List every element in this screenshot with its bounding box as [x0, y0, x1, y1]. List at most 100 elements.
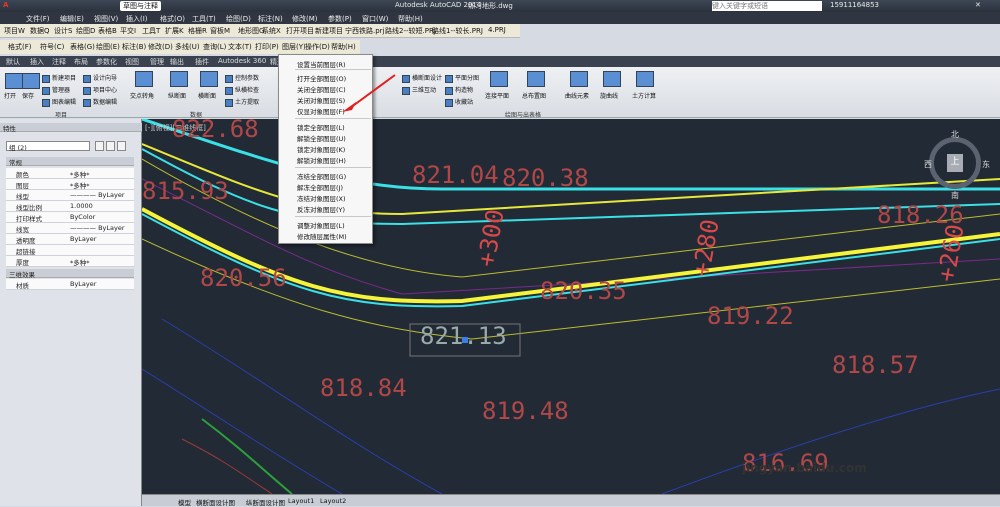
- workspace-selector[interactable]: 草图与注释: [120, 1, 161, 11]
- earthcalc-icon[interactable]: [636, 71, 654, 87]
- prop-row[interactable]: 超链接: [6, 245, 134, 256]
- ribbon-tab-6[interactable]: 管理: [150, 57, 164, 67]
- cmd-item-3[interactable]: 绘图D: [76, 26, 95, 36]
- cmd-item-12[interactable]: 打开项目: [286, 26, 314, 36]
- cmd2-item-1[interactable]: 符号(C): [40, 42, 64, 52]
- connect-plan-icon[interactable]: [490, 71, 508, 87]
- layout-tab-4[interactable]: Layout2: [320, 497, 346, 505]
- menu-item-1[interactable]: 编辑(E): [60, 14, 84, 24]
- ctrl-param-button[interactable]: 控制参数: [225, 73, 259, 83]
- menu-item-4[interactable]: 格式(O): [160, 14, 185, 24]
- cmd2-item-11[interactable]: 操作(D): [305, 42, 330, 52]
- layout-tab-3[interactable]: Layout1: [288, 497, 314, 505]
- quick-select-icon[interactable]: [95, 141, 104, 151]
- cmd2-item-0[interactable]: 格式(F): [8, 42, 32, 52]
- cmd2-item-6[interactable]: 多线(U): [175, 42, 200, 52]
- ribbon-tab-0[interactable]: 默认: [6, 57, 20, 67]
- total-plan-icon[interactable]: [527, 71, 545, 87]
- new-project-button[interactable]: 新建项目: [42, 73, 76, 83]
- profile-check-button[interactable]: 纵横检查: [225, 85, 259, 95]
- cross-section-icon[interactable]: [200, 71, 218, 87]
- cmd2-item-8[interactable]: 文本(T): [228, 42, 252, 52]
- profile-button[interactable]: 纵断面: [168, 91, 186, 100]
- search-input[interactable]: 键入关键字或短语: [712, 1, 822, 11]
- elevation-label-selected[interactable]: 821.13: [420, 322, 507, 350]
- open-button[interactable]: 打开: [4, 91, 16, 100]
- cmd-item-17[interactable]: 4.PRJ: [488, 26, 506, 34]
- cmd2-item-10[interactable]: 图层(Y): [282, 42, 306, 52]
- close-icon[interactable]: ✕: [975, 1, 981, 9]
- drawing-canvas[interactable]: [-][俯视][二维线框] 822.68 821.04 820.38 820.5…: [142, 119, 1000, 494]
- data-edit-button[interactable]: 数据编辑: [83, 97, 117, 107]
- ribbon-tab-3[interactable]: 布局: [74, 57, 88, 67]
- intersect-button[interactable]: 交点转角: [130, 91, 154, 100]
- ribbon-tab-8[interactable]: 插件: [195, 57, 209, 67]
- menu-item-7[interactable]: 标注(N): [258, 14, 283, 24]
- save-icon[interactable]: [22, 73, 40, 89]
- cmd-item-6[interactable]: 工具T: [142, 26, 160, 36]
- prop-row[interactable]: 打印样式 ByColor: [6, 212, 134, 223]
- menu-item-layer[interactable]: 锁定对象图层(K): [297, 144, 345, 154]
- prop-row[interactable]: 线型 ———— ByLayer: [6, 190, 134, 201]
- design-wizard-button[interactable]: 设计向导: [83, 73, 117, 83]
- cmd2-item-7[interactable]: 查询(L): [203, 42, 226, 52]
- cmd-item-16[interactable]: 路线1--较长.PRJ: [432, 26, 483, 36]
- spiral-button[interactable]: 旋曲线: [600, 91, 618, 100]
- menu-item-5[interactable]: 工具(T): [192, 14, 216, 24]
- ribbon-tab-1[interactable]: 插入: [30, 57, 44, 67]
- project-center-button[interactable]: 项目中心: [83, 85, 117, 95]
- cmd2-item-4[interactable]: 标注(B): [122, 42, 146, 52]
- ribbon-tab-4[interactable]: 参数化: [96, 57, 117, 67]
- cross-design-button[interactable]: 横断面设计: [402, 73, 442, 83]
- prop-row[interactable]: 颜色 *多种*: [6, 168, 134, 179]
- user-name[interactable]: 15911164853: [830, 1, 879, 9]
- prop-row[interactable]: 透明度 ByLayer: [6, 234, 134, 245]
- cross-button[interactable]: 横断面: [198, 91, 216, 100]
- cmd2-item-3[interactable]: 绘图(E): [96, 42, 120, 52]
- pickadd-icon[interactable]: [117, 141, 126, 151]
- menu-item-layer[interactable]: 解锁对象图层(H): [297, 155, 346, 165]
- prop-row[interactable]: 图层 *多种*: [6, 179, 134, 190]
- ribbon-tab-9[interactable]: Autodesk 360: [218, 57, 266, 65]
- profile-icon[interactable]: [170, 71, 188, 87]
- plane-button[interactable]: 平面分图: [445, 73, 479, 83]
- cmd-item-11[interactable]: 系统X: [262, 26, 281, 36]
- cmd-item-14[interactable]: 宁西铁路.prj: [345, 26, 385, 36]
- cmd2-item-12[interactable]: 帮助(H): [331, 42, 356, 52]
- cmd-item-8[interactable]: 格栅R: [188, 26, 207, 36]
- ribbon-tab-5[interactable]: 视图: [125, 57, 139, 67]
- menu-item-layer[interactable]: 修改随层属性(M): [297, 231, 347, 241]
- menu-item-layer[interactable]: 调整对象图层(L): [297, 220, 345, 230]
- menu-item-layer[interactable]: 设置当前图层(R): [297, 59, 346, 69]
- menu-item-3[interactable]: 插入(I): [126, 14, 148, 24]
- cmd-item-7[interactable]: 扩展K: [165, 26, 184, 36]
- cmd2-item-2[interactable]: 表格(G): [70, 42, 95, 52]
- cmd-item-13[interactable]: 新建项目: [315, 26, 343, 36]
- ribbon-tab-2[interactable]: 注释: [52, 57, 66, 67]
- collect-button[interactable]: 收藏站: [445, 97, 473, 107]
- menu-item-6[interactable]: 绘图(D): [226, 14, 251, 24]
- menu-item-0[interactable]: 文件(F): [26, 14, 50, 24]
- cmd2-item-5[interactable]: 修改(D): [148, 42, 173, 52]
- cmd-item-5[interactable]: 平交I: [120, 26, 136, 36]
- manager-button[interactable]: 管理器: [42, 85, 70, 95]
- table-edit-button[interactable]: 图表编辑: [42, 97, 76, 107]
- select-objects-icon[interactable]: [106, 141, 115, 151]
- cmd-item-9[interactable]: 窗板M: [210, 26, 230, 36]
- prop-row[interactable]: 线型比例 1.0000: [6, 201, 134, 212]
- cmd-item-4[interactable]: 表格B: [98, 26, 117, 36]
- section-3d[interactable]: 三维效果: [6, 269, 134, 279]
- prop-row-material[interactable]: 材质 ByLayer: [6, 279, 134, 290]
- section-general[interactable]: 常规: [6, 157, 134, 167]
- save-button[interactable]: 保存: [22, 91, 34, 100]
- cmd-item-0[interactable]: 项目W: [4, 26, 25, 36]
- viewcube-top[interactable]: 上: [947, 154, 963, 172]
- menu-item-10[interactable]: 窗口(W): [362, 14, 388, 24]
- menu-item-layer[interactable]: 冻结全部图层(G): [297, 171, 346, 181]
- menu-item-layer[interactable]: 反冻对象图层(Y): [297, 204, 345, 214]
- connect-plan-button[interactable]: 连接平面: [485, 91, 509, 100]
- cmd2-item-9[interactable]: 打印(P): [255, 42, 279, 52]
- earthwork-button[interactable]: 土方提取: [225, 97, 259, 107]
- curve-button[interactable]: 曲线元素: [565, 91, 589, 100]
- earthcalc-button[interactable]: 土方计算: [632, 91, 656, 100]
